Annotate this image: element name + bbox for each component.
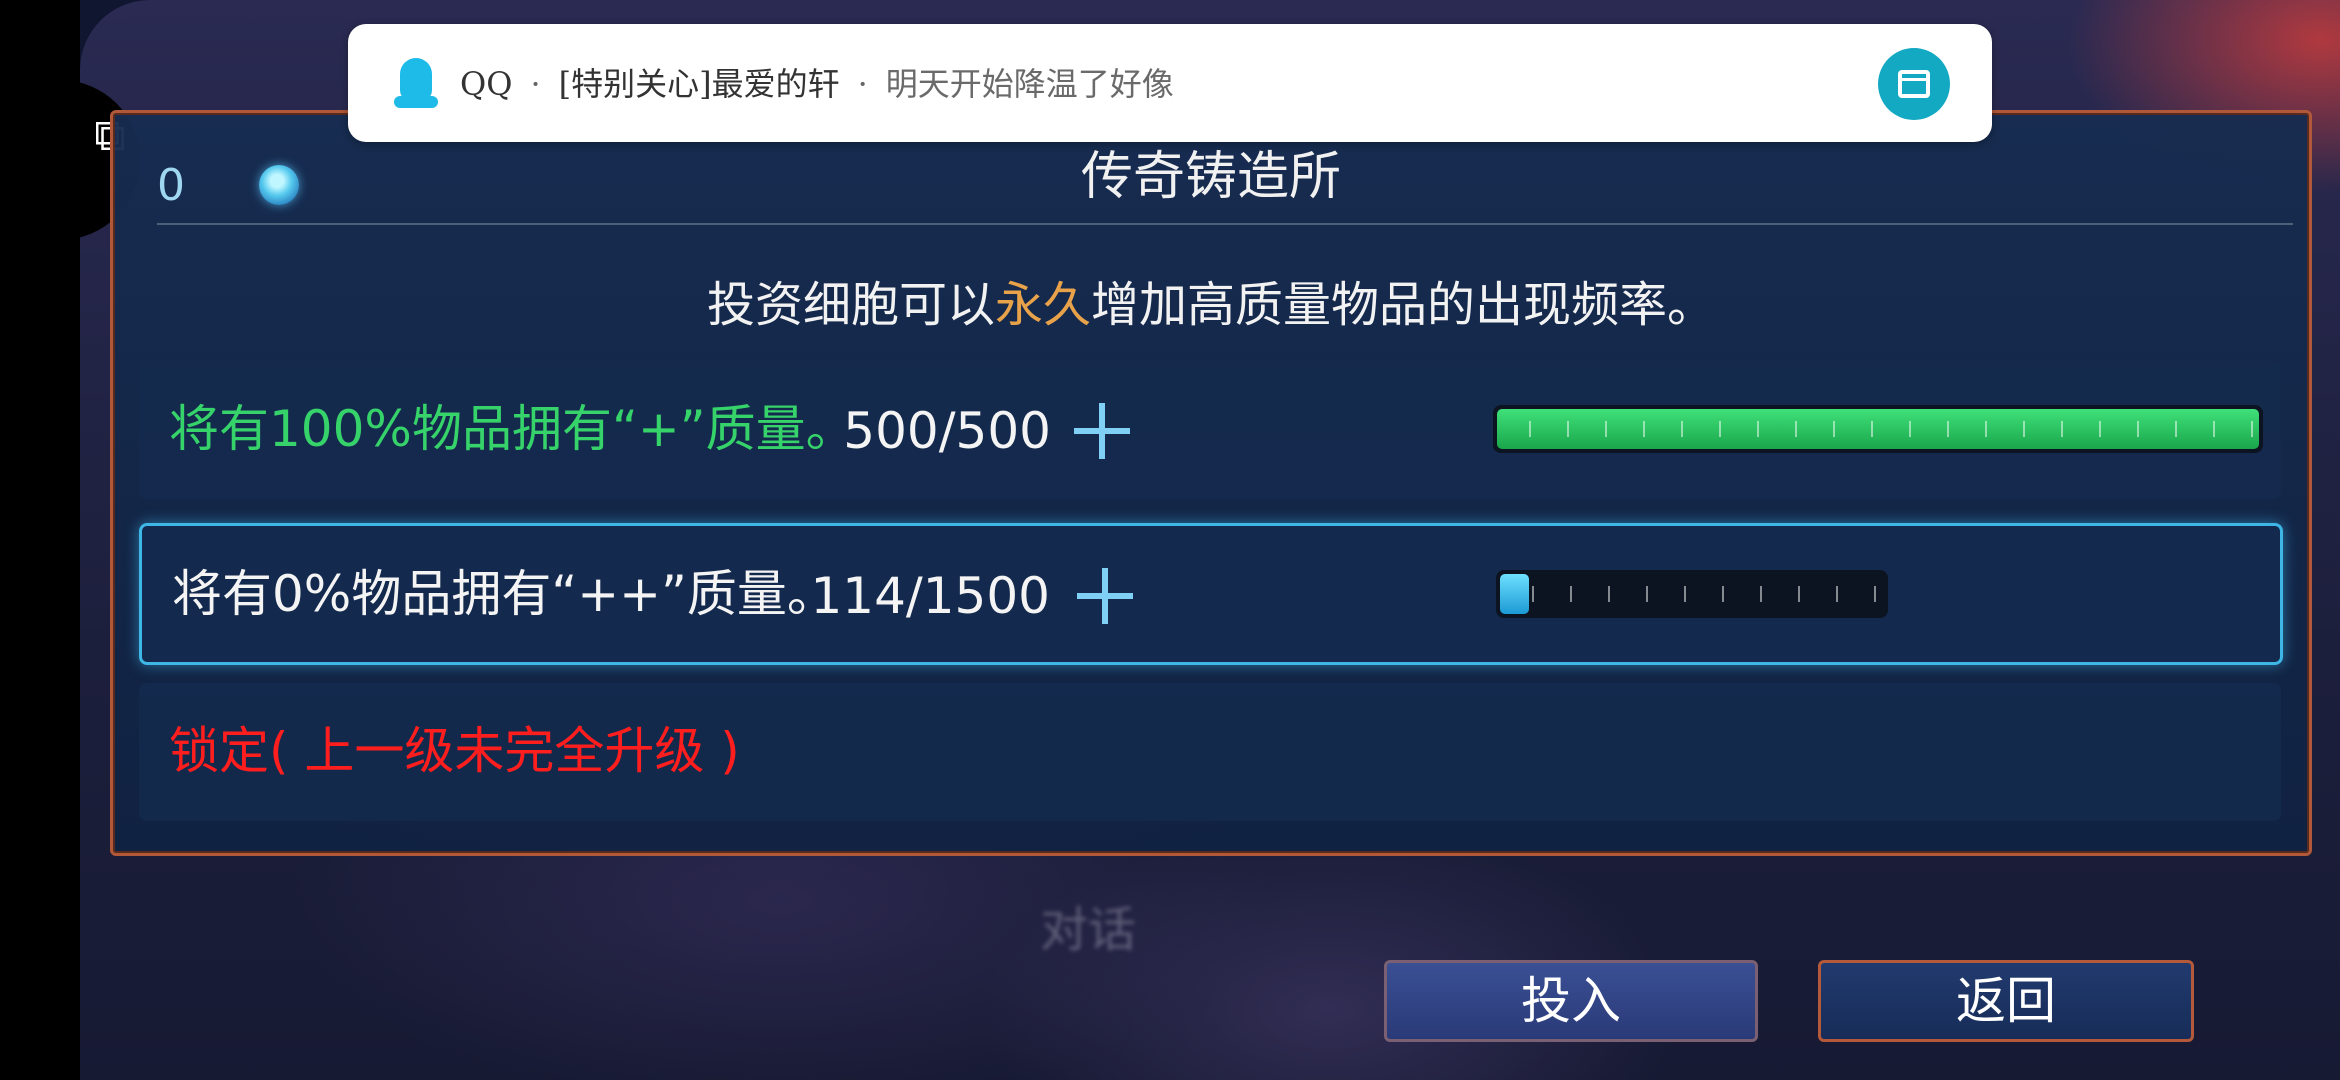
description-end: 增加高质量物品的出现频率。 — [1091, 277, 1716, 333]
notification-separator: · — [857, 65, 868, 103]
panel-description: 投资细胞可以永久增加高质量物品的出现频率。 — [113, 275, 2309, 335]
notification-sender: [特别关心]最爱的轩 — [558, 65, 840, 103]
upgrade-row-plusplus[interactable]: 将有0%物品拥有“++”质量。 114/1500 — [139, 523, 2283, 665]
progress-ticks — [1493, 421, 2263, 437]
upgrade-row-plus[interactable]: 将有100%物品拥有“+”质量。 500/500 — [139, 361, 2281, 499]
qq-penguin-icon — [394, 58, 438, 108]
invest-plus-icon[interactable] — [1072, 401, 1132, 461]
notification-message: 明天开始降温了好像 — [885, 65, 1174, 103]
upgrade-label: 将有0%物品拥有“++”质量。 — [172, 565, 837, 623]
floating-window-icon — [1898, 70, 1930, 98]
notification-text: QQ · [特别关心]最爱的轩 · 明天开始降温了好像 — [460, 62, 1174, 106]
progress-count: 114/1500 — [810, 567, 1050, 625]
progress-bar — [1496, 570, 1888, 618]
description-start: 投资细胞可以 — [706, 277, 995, 333]
description-highlight: 永久 — [994, 277, 1091, 333]
upgrade-row-locked: 锁定( 上一级未完全升级 ) — [139, 683, 2281, 821]
progress-count: 500/500 — [843, 402, 1051, 460]
floating-window-button[interactable] — [1878, 48, 1950, 120]
progress-ticks — [1496, 586, 1888, 602]
qq-notification[interactable]: QQ · [特别关心]最爱的轩 · 明天开始降温了好像 — [348, 24, 1992, 142]
panel-title: 传奇铸造所 — [1080, 147, 1341, 207]
back-button[interactable]: 返回 — [1818, 960, 2194, 1042]
locked-label: 锁定( 上一级未完全升级 ) — [169, 722, 740, 780]
dialog-hint: 对话 — [1040, 902, 1137, 958]
progress-bar — [1493, 405, 2263, 453]
notification-app: QQ — [460, 65, 513, 103]
legendary-forge-panel: 0 传奇铸造所 投资细胞可以永久增加高质量物品的出现频率。 将有100%物品拥有… — [110, 110, 2312, 856]
invest-plus-icon[interactable] — [1075, 566, 1135, 626]
invest-button[interactable]: 投入 — [1384, 960, 1758, 1042]
header-divider — [157, 223, 2293, 225]
notification-separator: · — [530, 65, 541, 103]
